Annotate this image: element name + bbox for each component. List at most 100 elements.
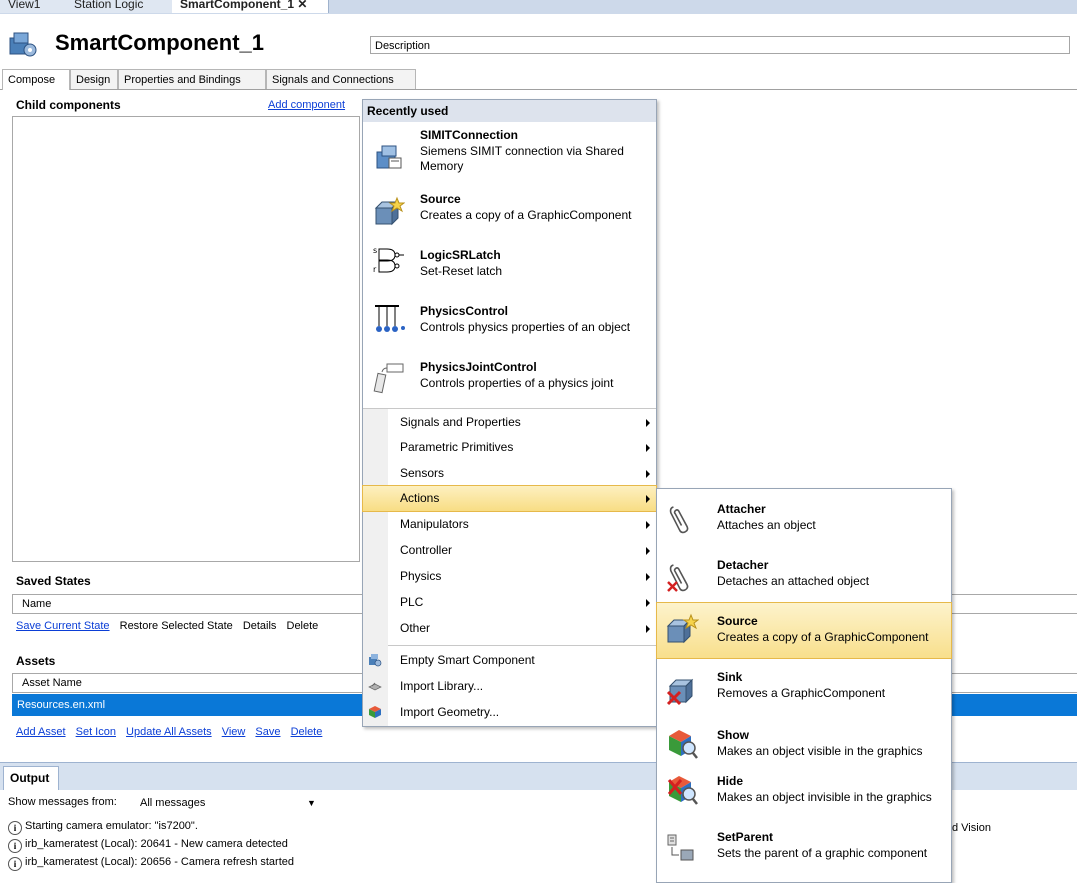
assets-actions: Add Asset Set Icon Update All Assets Vie… [16, 726, 329, 738]
menu-item-name: LogicSRLatch [420, 248, 501, 262]
submenu-item-desc: Attaches an object [717, 518, 816, 532]
menu-item-desc: Siemens SIMIT connection via Shared Memo… [420, 144, 624, 173]
add-component-link[interactable]: Add component [268, 99, 345, 111]
menu-item-sensors[interactable]: Sensors [363, 461, 656, 486]
menu-separator [388, 645, 656, 646]
chevron-right-icon [646, 599, 650, 607]
menu-item-manipulators[interactable]: Manipulators [363, 512, 656, 537]
hide-icon [667, 776, 698, 805]
menu-item-actions[interactable]: Actions [362, 485, 657, 512]
menu-item-name: PhysicsJointControl [420, 360, 537, 374]
tab-signals-connections[interactable]: Signals and Connections [266, 69, 416, 89]
paperclip-icon [669, 506, 689, 534]
log-line: i Starting camera emulator: "is7200". [8, 820, 198, 835]
recently-used-header: Recently used [363, 100, 656, 122]
submenu-item-desc: Makes an object visible in the graphics [717, 744, 923, 758]
submenu-item-detacher[interactable]: Detacher Detaches an attached object [657, 550, 951, 602]
submenu-item-name: Attacher [717, 502, 766, 516]
menu-item-label: Manipulators [400, 517, 469, 531]
tab-properties-bindings[interactable]: Properties and Bindings [118, 69, 266, 89]
info-icon: i [8, 857, 22, 871]
smart-component-icon [369, 654, 382, 667]
menu-item-label: PLC [400, 595, 424, 609]
chevron-right-icon [646, 419, 650, 427]
tab-smartcomponent[interactable]: SmartComponent_1 ✕ [172, 0, 329, 13]
tab-compose[interactable]: Compose [2, 69, 70, 90]
tab-station-logic[interactable]: Station Logic [66, 0, 175, 13]
menu-separator [363, 408, 656, 409]
info-icon: i [8, 839, 22, 853]
update-all-assets-link[interactable]: Update All Assets [126, 726, 212, 738]
chevron-down-icon: ▼ [307, 798, 316, 808]
delete-state-button[interactable]: Delete [287, 620, 319, 632]
submenu-item-attacher[interactable]: Attacher Attaches an object [657, 492, 951, 544]
menu-item-import-library[interactable]: Import Library... [363, 673, 656, 699]
menu-item-controller[interactable]: Controller [363, 538, 656, 563]
menu-item-desc: Creates a copy of a GraphicComponent [420, 208, 632, 222]
log-text: irb_kameratest (Local): 20641 - New came… [25, 838, 288, 850]
geometry-icon [369, 706, 381, 718]
svg-text:s: s [373, 246, 377, 255]
document-tab-bar: View1 Station Logic SmartComponent_1 ✕ [0, 0, 1077, 14]
details-button[interactable]: Details [243, 620, 277, 632]
srlatch-icon: sr [373, 246, 404, 274]
save-current-state-link[interactable]: Save Current State [16, 620, 110, 632]
tab-output[interactable]: Output [3, 766, 59, 790]
source-icon [374, 196, 405, 226]
child-components-list[interactable] [12, 116, 360, 562]
menu-item-other[interactable]: Other [363, 616, 656, 641]
message-filter-select[interactable]: All messages ▼ [137, 794, 327, 812]
submenu-item-name: SetParent [717, 830, 774, 844]
svg-text:r: r [373, 265, 377, 274]
tab-design[interactable]: Design [70, 69, 118, 89]
menu-item-logicsrlatch[interactable]: sr LogicSRLatch Set-Reset latch [363, 246, 656, 288]
set-parent-icon [667, 834, 694, 861]
submenu-item-desc: Removes a GraphicComponent [717, 686, 886, 700]
saved-states-actions: Save Current State Restore Selected Stat… [16, 620, 325, 632]
menu-item-desc: Controls properties of a physics joint [420, 376, 614, 390]
menu-item-parametric-primitives[interactable]: Parametric Primitives [363, 435, 656, 460]
description-field[interactable]: Description [370, 36, 1070, 54]
menu-item-simitconnection[interactable]: SIMITConnection Siemens SIMIT connection… [363, 128, 656, 178]
menu-item-physicscontrol[interactable]: PhysicsControl Controls physics properti… [363, 304, 656, 344]
menu-item-label: Import Library... [400, 679, 484, 693]
save-link[interactable]: Save [255, 726, 280, 738]
info-icon: i [8, 821, 22, 835]
submenu-item-source[interactable]: Source Creates a copy of a GraphicCompon… [656, 602, 952, 659]
submenu-item-desc: Makes an object invisible in the graphic… [717, 790, 932, 804]
submenu-item-desc: Creates a copy of a GraphicComponent [717, 630, 929, 644]
menu-item-source[interactable]: Source Creates a copy of a GraphicCompon… [363, 192, 656, 232]
menu-item-signals-and-properties[interactable]: Signals and Properties [363, 410, 656, 435]
submenu-item-hide[interactable]: Hide Makes an object invisible in the gr… [657, 766, 951, 824]
menu-item-label: Parametric Primitives [400, 440, 514, 454]
restore-state-button[interactable]: Restore Selected State [120, 620, 233, 632]
menu-item-empty-smart-component[interactable]: Empty Smart Component [363, 647, 656, 673]
menu-item-physics[interactable]: Physics [363, 564, 656, 589]
menu-item-label: Physics [400, 569, 442, 583]
menu-item-name: SIMITConnection [420, 128, 518, 142]
menu-item-import-geometry[interactable]: Import Geometry... [363, 699, 656, 725]
menu-item-label: Other [400, 621, 431, 635]
set-icon-link[interactable]: Set Icon [76, 726, 116, 738]
add-asset-link[interactable]: Add Asset [16, 726, 66, 738]
menu-item-plc[interactable]: PLC [363, 590, 656, 615]
submenu-item-name: Detacher [717, 558, 769, 572]
tab-view1[interactable]: View1 [0, 0, 67, 13]
close-icon[interactable]: ✕ [297, 0, 307, 11]
chevron-right-icon [646, 573, 650, 581]
delete-asset-link[interactable]: Delete [291, 726, 323, 738]
menu-item-physicsjointcontrol[interactable]: PhysicsJointControl Controls properties … [363, 360, 656, 400]
menu-item-label: Signals and Properties [400, 415, 521, 429]
submenu-item-show[interactable]: Show Makes an object visible in the grap… [657, 720, 951, 764]
page-title: SmartComponent_1 [55, 30, 265, 55]
smart-component-icon [9, 32, 37, 57]
log-line: i irb_kameratest (Local): 20641 - New cam… [8, 838, 288, 853]
tab-smartcomponent-label: SmartComponent_1 [180, 0, 295, 11]
submenu-item-name: Sink [717, 670, 743, 684]
submenu-item-desc: Detaches an attached object [717, 574, 870, 588]
submenu-item-sink[interactable]: Sink Removes a GraphicComponent [657, 662, 951, 714]
physics-control-icon [375, 305, 405, 332]
view-link[interactable]: View [222, 726, 246, 738]
menu-item-label: Empty Smart Component [400, 653, 535, 667]
submenu-item-setparent[interactable]: SetParent Sets the parent of a graphic c… [657, 823, 951, 877]
